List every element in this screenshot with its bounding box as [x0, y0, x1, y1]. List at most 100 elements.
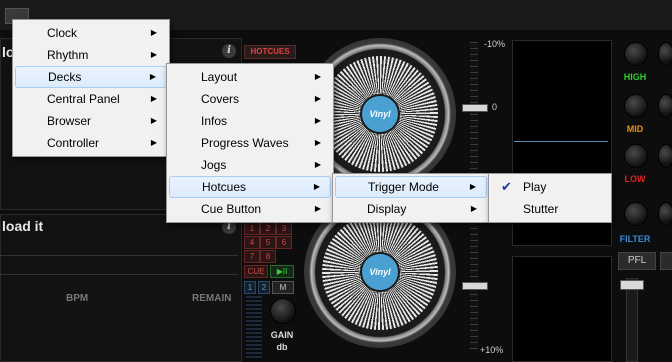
menu-item-label: Central Panel	[47, 92, 120, 106]
pfl-button[interactable]: PFL	[618, 252, 656, 270]
decks-submenu: Layout ▶ Covers ▶ Infos ▶ Progress Waves ▶ J…	[166, 63, 334, 223]
submenu-arrow-icon: ▶	[314, 204, 321, 213]
menu-item-label: Trigger Mode	[368, 180, 439, 194]
menu-item-clock[interactable]: Clock ▶	[15, 22, 167, 44]
menu-item-label: Stutter	[523, 202, 559, 216]
hotcue-button[interactable]: 1	[244, 222, 260, 235]
menu-item-label: Controller	[47, 136, 100, 150]
high-label: HIGH	[623, 72, 647, 82]
volume-fader-handle[interactable]	[620, 280, 644, 290]
eq-knob-b-high[interactable]	[658, 42, 672, 66]
waveform-screen-b	[512, 256, 612, 362]
deck-b-panel	[0, 214, 242, 362]
hotcue-button[interactable]: 6	[276, 236, 292, 249]
low-label: LOW	[624, 174, 646, 184]
menu-item-decks[interactable]: Decks ▶	[15, 66, 167, 88]
menu-item-label: Clock	[47, 26, 78, 40]
hotcue-button[interactable]: 2	[260, 222, 276, 235]
hotcue-button[interactable]: 4	[244, 236, 260, 249]
gain-knob[interactable]	[270, 298, 296, 324]
eq-knob-b-filter[interactable]	[658, 202, 672, 226]
menu-item-rhythm[interactable]: Rhythm ▶	[15, 44, 167, 66]
jog-label-b: Vinyl	[360, 252, 400, 292]
submenu-arrow-icon: ▶	[313, 182, 320, 191]
mode-button-m[interactable]: M	[272, 281, 294, 294]
pitch-track-b	[470, 210, 478, 350]
mid-knob[interactable]	[624, 94, 648, 118]
deck-b-title: load it	[2, 218, 44, 234]
menu-item-layout[interactable]: Layout ▶	[169, 66, 331, 88]
menu-item-jogs[interactable]: Jogs ▶	[169, 154, 331, 176]
menu-item-label: Layout	[201, 70, 238, 84]
submenu-arrow-icon: ▶	[314, 138, 321, 147]
menu-item-display[interactable]: Display ▶	[335, 198, 487, 220]
hotcues-submenu: Trigger Mode ▶ Display ▶	[332, 173, 490, 223]
menu-item-progress-waves[interactable]: Progress Waves ▶	[169, 132, 331, 154]
jog-label-a: Vinyl	[360, 94, 400, 134]
pfl-button-b[interactable]	[660, 252, 672, 270]
submenu-arrow-icon: ▶	[314, 116, 321, 125]
pitch-slider-handle-b[interactable]	[462, 282, 488, 290]
pitch-zero-label: 0	[492, 102, 498, 112]
hotcue-button[interactable]: 5	[260, 236, 276, 249]
mode-button-2[interactable]: 2	[258, 281, 270, 294]
menu-item-play[interactable]: ✔ Play	[491, 176, 609, 198]
menu-item-label: Display	[367, 202, 407, 216]
trigger-mode-submenu: ✔ Play Stutter	[488, 173, 612, 223]
mid-label: MID	[626, 124, 644, 134]
submenu-arrow-icon: ▶	[150, 50, 157, 59]
main-menu: Clock ▶ Rhythm ▶ Decks ▶ Central Panel ▶ Bro…	[12, 19, 170, 157]
submenu-arrow-icon: ▶	[470, 204, 477, 213]
menu-item-label: Play	[523, 180, 547, 194]
gain-unit: db	[276, 342, 288, 352]
menu-item-controller[interactable]: Controller ▶	[15, 132, 167, 154]
menu-item-label: Decks	[48, 70, 82, 84]
menu-item-label: Rhythm	[47, 48, 89, 62]
submenu-arrow-icon: ▶	[469, 182, 476, 191]
submenu-arrow-icon: ▶	[314, 72, 321, 81]
gain-label: GAIN	[270, 330, 294, 340]
eq-knob-b-mid[interactable]	[658, 94, 672, 118]
menu-item-cue-button[interactable]: Cue Button ▶	[169, 198, 331, 220]
menu-item-label: Hotcues	[202, 180, 247, 194]
menu-item-central-panel[interactable]: Central Panel ▶	[15, 88, 167, 110]
bpm-label: BPM	[66, 293, 89, 304]
menu-item-label: Progress Waves	[201, 136, 289, 150]
deck-a-info-icon[interactable]: i	[222, 44, 236, 58]
cue-button[interactable]: CUE	[244, 265, 268, 278]
menu-item-label: Browser	[47, 114, 92, 128]
hotcue-button[interactable]: 3	[276, 222, 292, 235]
menu-item-label: Infos	[201, 114, 228, 128]
pitch-slider-handle[interactable]	[462, 104, 488, 112]
mode-button-1[interactable]: 1	[244, 281, 256, 294]
menu-item-covers[interactable]: Covers ▶	[169, 88, 331, 110]
submenu-arrow-icon: ▶	[150, 138, 157, 147]
checkmark-icon: ✔	[501, 179, 512, 194]
menu-item-label: Cue Button	[201, 202, 262, 216]
submenu-arrow-icon: ▶	[314, 94, 321, 103]
submenu-arrow-icon: ▶	[314, 160, 321, 169]
menu-item-stutter[interactable]: Stutter	[491, 198, 609, 220]
hotcue-button[interactable]: 8	[260, 250, 276, 263]
pitch-track-a	[470, 42, 478, 192]
submenu-arrow-icon: ▶	[150, 28, 157, 37]
submenu-arrow-icon: ▶	[150, 94, 157, 103]
menu-item-browser[interactable]: Browser ▶	[15, 110, 167, 132]
menu-item-hotcues[interactable]: Hotcues ▶	[169, 176, 331, 198]
deck-a-hotcues-label: HOTCUES	[244, 45, 296, 59]
high-knob[interactable]	[624, 42, 648, 66]
play-pause-button[interactable]: ▶II	[270, 265, 294, 278]
waveform-marker	[514, 141, 608, 142]
filter-knob[interactable]	[624, 202, 648, 226]
menu-item-trigger-mode[interactable]: Trigger Mode ▶	[335, 176, 487, 198]
submenu-arrow-icon: ▶	[150, 116, 157, 125]
hotcue-grid: 1 2 3 4 5 6 7 8	[244, 222, 296, 266]
low-knob[interactable]	[624, 144, 648, 168]
volume-fader-track	[626, 278, 638, 362]
pitch-plus-label: +10%	[480, 345, 504, 355]
remain-label: REMAIN	[192, 293, 232, 304]
menu-item-infos[interactable]: Infos ▶	[169, 110, 331, 132]
hotcue-button[interactable]: 7	[244, 250, 260, 263]
eq-knob-b-low[interactable]	[658, 144, 672, 168]
submenu-arrow-icon: ▶	[149, 72, 156, 81]
